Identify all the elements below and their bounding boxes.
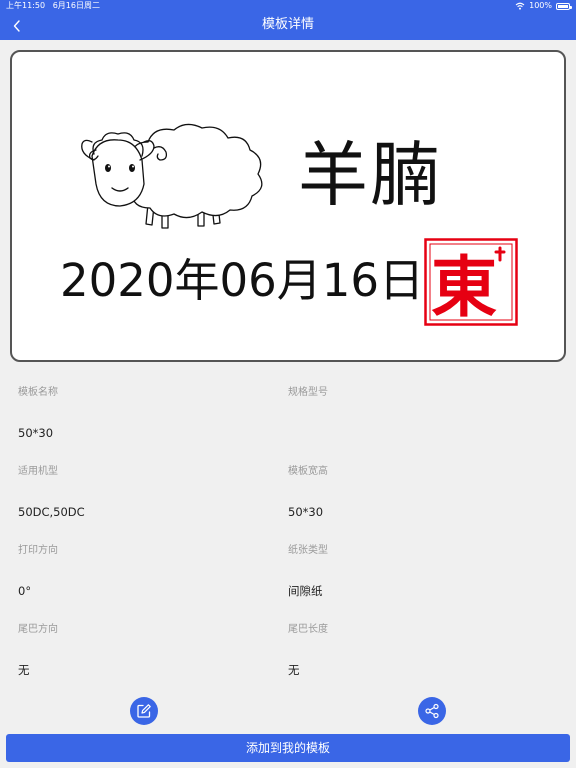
status-bar: 上午11:50 6月16日周二 100% (0, 0, 576, 12)
field-label: 适用机型 (18, 466, 58, 477)
status-date: 6月16日周二 (52, 1, 100, 10)
preview-name-text: 羊腩 (298, 134, 442, 216)
field-label: 打印方向 (18, 545, 58, 556)
field-tail-direction: 尾巴方向 无 (18, 623, 278, 678)
field-print-direction: 打印方向 0° (18, 544, 278, 599)
field-value: 50*30 (288, 505, 324, 519)
field-template-size: 模板宽高 50*30 (288, 465, 548, 520)
label-preview: 羊腩 2020年06月16日 東 (10, 50, 566, 362)
field-label: 规格型号 (288, 387, 328, 398)
edit-icon (137, 704, 151, 718)
field-value: 50DC,50DC (18, 505, 85, 519)
field-spec-model: 规格型号 (288, 386, 548, 425)
field-tail-length: 尾巴长度 无 (288, 623, 548, 678)
field-label: 纸张类型 (288, 545, 328, 556)
field-label: 模板名称 (18, 387, 58, 398)
share-icon (425, 703, 439, 719)
field-label: 尾巴方向 (18, 624, 58, 635)
field-value: 间隙纸 (288, 584, 323, 598)
field-label: 模板宽高 (288, 466, 328, 477)
sheep-illustration (81, 123, 263, 229)
field-label: 尾巴长度 (288, 624, 328, 635)
field-value: 无 (18, 663, 30, 677)
field-value: 0° (18, 584, 32, 598)
status-time-date: 上午11:50 6月16日周二 (6, 0, 100, 12)
stamp-glyph: 東 (431, 249, 497, 326)
status-time: 上午11:50 (6, 1, 46, 10)
preview-date-text: 2020年06月16日 (60, 254, 425, 307)
wifi-icon (515, 2, 525, 10)
nav-bar: 模板详情 (0, 12, 576, 40)
battery-percent: 100% (529, 1, 552, 10)
field-template-name: 模板名称 50*30 (18, 386, 278, 441)
battery-icon (556, 2, 572, 10)
field-value: 50*30 (18, 426, 54, 440)
stamp-seal: 東 (424, 238, 518, 326)
stamp-frame: 東 (424, 238, 518, 326)
edit-button[interactable] (130, 697, 158, 725)
field-paper-type: 纸张类型 间隙纸 (288, 544, 548, 599)
field-value: 无 (288, 663, 300, 677)
status-indicators: 100% (515, 0, 572, 12)
page-title: 模板详情 (261, 17, 314, 32)
field-applicable-model: 适用机型 50DC,50DC (18, 465, 278, 520)
add-to-my-templates-button[interactable]: 添加到我的模板 (6, 734, 570, 762)
share-button[interactable] (418, 697, 446, 725)
